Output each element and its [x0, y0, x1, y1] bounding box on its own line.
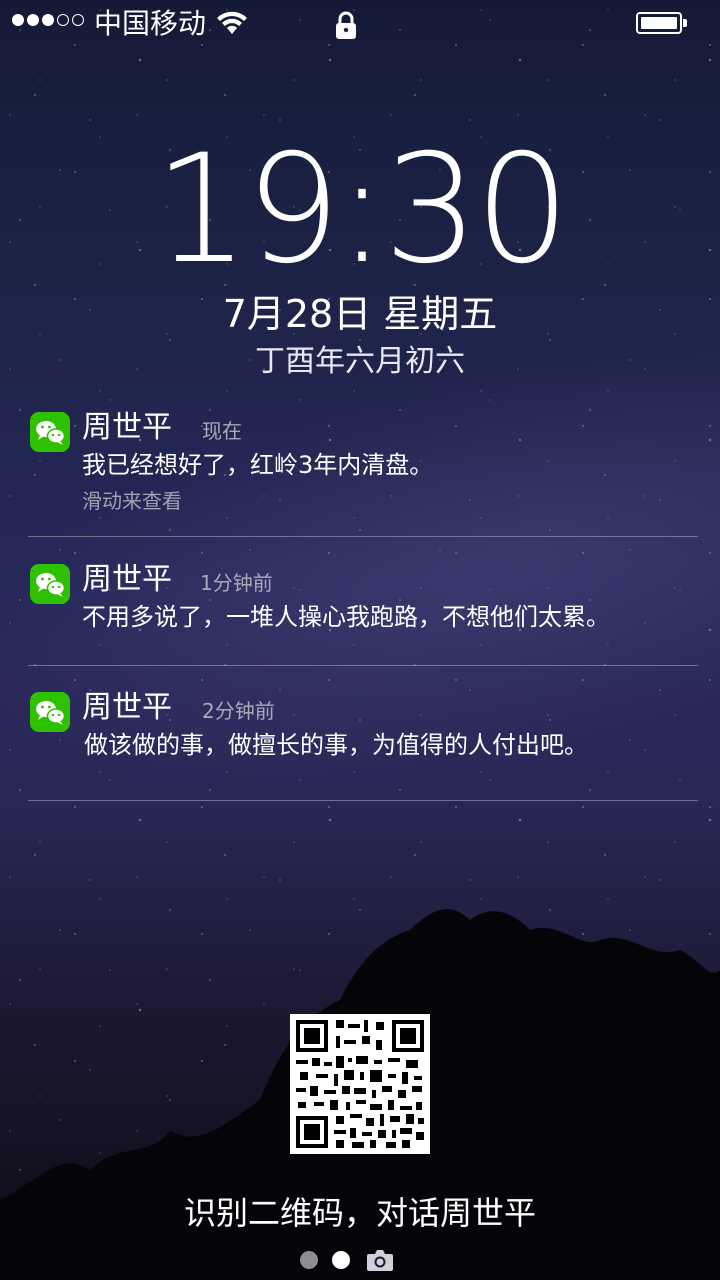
wechat-icon — [30, 692, 70, 732]
qr-caption: 识别二维码，对话周世平 — [183, 1194, 536, 1232]
signal-dot — [27, 14, 39, 26]
notification-time: 1分钟前 — [200, 571, 273, 595]
signal-dot — [42, 14, 54, 26]
notification-time: 现在 — [202, 419, 242, 443]
divider — [28, 536, 698, 537]
status-bar: 中国移动 — [0, 0, 720, 50]
wechat-icon — [30, 412, 70, 452]
signal-dot — [72, 14, 84, 26]
camera-icon[interactable] — [366, 1248, 394, 1272]
divider — [28, 800, 698, 801]
signal-dot — [12, 14, 24, 26]
carrier-name: 中国移动 — [94, 7, 207, 40]
notification-sender: 周世平 — [82, 562, 172, 597]
lockscreen-time: 19:30 — [153, 123, 570, 297]
wifi-icon — [217, 11, 247, 34]
qr-code[interactable] — [290, 1014, 430, 1154]
page-indicator[interactable] — [300, 1248, 420, 1272]
lockscreen-date: 7月28日 星期五 — [222, 292, 498, 336]
page-dot-active[interactable] — [332, 1251, 350, 1269]
battery-icon — [636, 12, 687, 34]
signal-strength-indicator — [12, 14, 84, 26]
battery-level — [641, 17, 677, 29]
notification-message: 不用多说了，一堆人操心我跑路，不想他们太累。 — [82, 603, 610, 631]
lock-icon — [336, 11, 356, 39]
page-dot[interactable] — [300, 1251, 318, 1269]
notification-message: 做该做的事，做擅长的事，为值得的人付出吧。 — [84, 731, 588, 759]
signal-dot — [57, 14, 69, 26]
divider — [28, 665, 698, 666]
notification-sender: 周世平 — [82, 690, 172, 725]
slide-to-view-hint: 滑动来查看 — [82, 489, 182, 513]
lunar-date: 丁酉年六月初六 — [255, 344, 465, 379]
wechat-icon — [30, 564, 70, 604]
notification-sender: 周世平 — [82, 410, 172, 445]
notification-message: 我已经想好了，红岭3年内清盘。 — [82, 451, 434, 479]
notification-time: 2分钟前 — [202, 699, 275, 723]
